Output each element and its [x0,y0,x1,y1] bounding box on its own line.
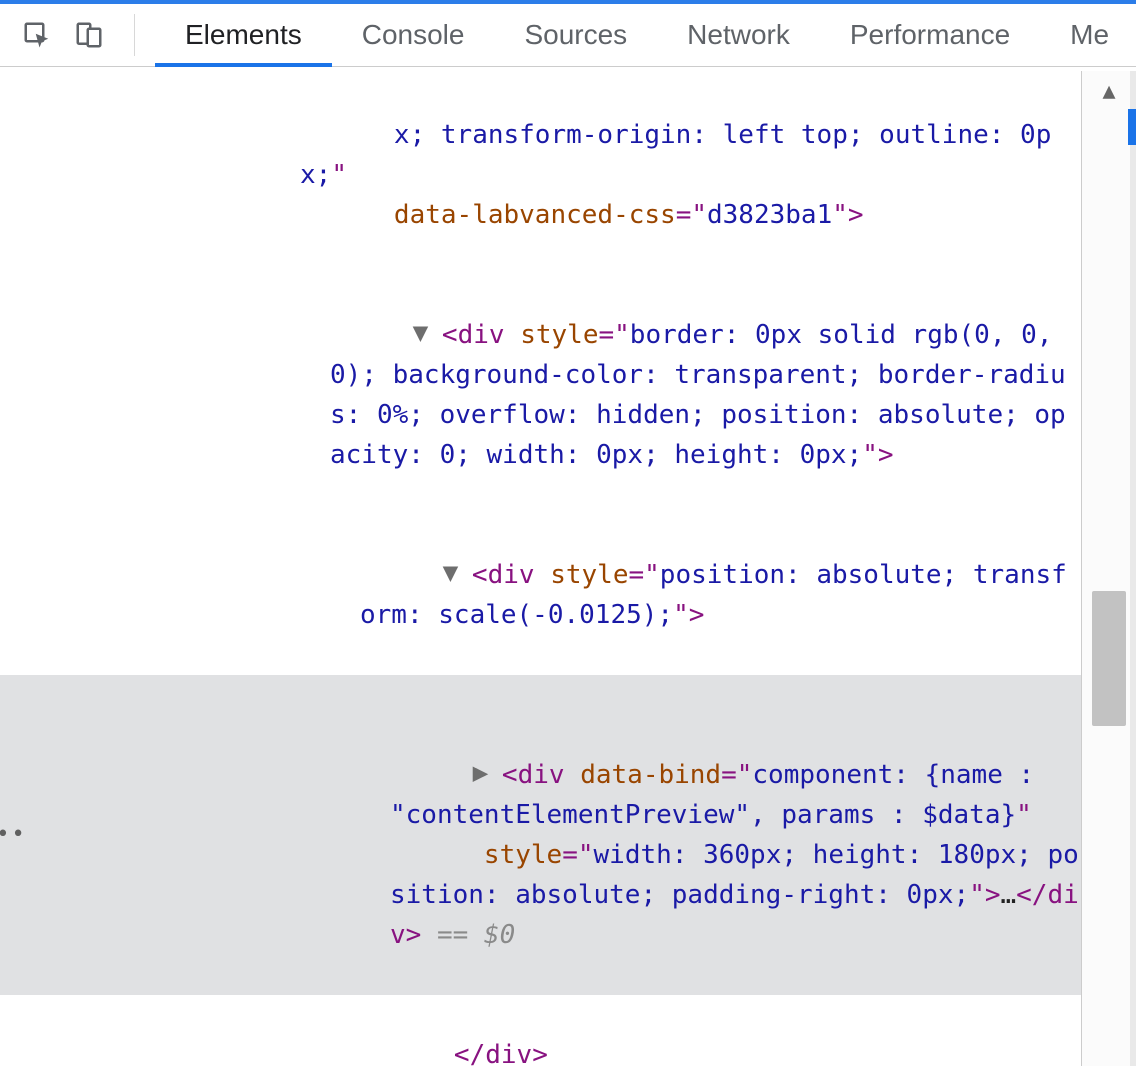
tab-sources[interactable]: Sources [494,4,657,66]
scrollbar-track[interactable]: ▴ [1081,71,1136,1066]
tab-more-overflow[interactable]: Me [1040,4,1109,66]
attr-name: style [550,560,628,590]
attr-name: style [520,320,598,350]
devtools-tabs: Elements Console Sources Network Perform… [155,4,1109,66]
devtools-toolbar: Elements Console Sources Network Perform… [0,4,1136,67]
selected-node-marker: == $0 [437,920,515,950]
scroll-up-icon[interactable]: ▴ [1102,75,1115,106]
disclosure-triangle-open[interactable]: ▼ [454,553,472,593]
tab-performance[interactable]: Performance [820,4,1040,66]
attr-value: d3823ba1 [707,200,832,230]
tab-elements[interactable]: Elements [155,4,332,66]
toolbar-separator [134,14,135,56]
dom-line-selected[interactable]: ••• ▶<div data-bind="component: {name : … [0,675,1081,995]
inspect-icon[interactable] [22,20,52,50]
dom-line[interactable]: ▼<div style="border: 0px solid rgb(0, 0,… [0,275,1081,515]
overview-marker [1128,109,1136,145]
dom-line[interactable]: ▼<div style="position: absolute; transfo… [0,515,1081,675]
tab-console[interactable]: Console [332,4,495,66]
tab-network[interactable]: Network [657,4,820,66]
attr-name: data-bind [580,760,721,790]
dom-line[interactable]: </div> [0,995,1081,1066]
attr-name: style [484,840,562,870]
panel-edge [1130,71,1136,1066]
gutter-more-icon[interactable]: ••• [6,815,27,855]
scrollbar-thumb[interactable] [1092,591,1126,726]
disclosure-triangle-open[interactable]: ▼ [424,313,442,353]
device-toolbar-icon[interactable] [74,20,104,50]
attr-name: data-labvanced-css [394,200,676,230]
dom-tree[interactable]: x; transform-origin: left top; outline: … [0,71,1081,1066]
disclosure-triangle-closed[interactable]: ▶ [484,753,502,793]
attr-value: x; transform-origin: left top; outline: … [300,120,1051,190]
dom-line[interactable]: x; transform-origin: left top; outline: … [0,75,1081,275]
